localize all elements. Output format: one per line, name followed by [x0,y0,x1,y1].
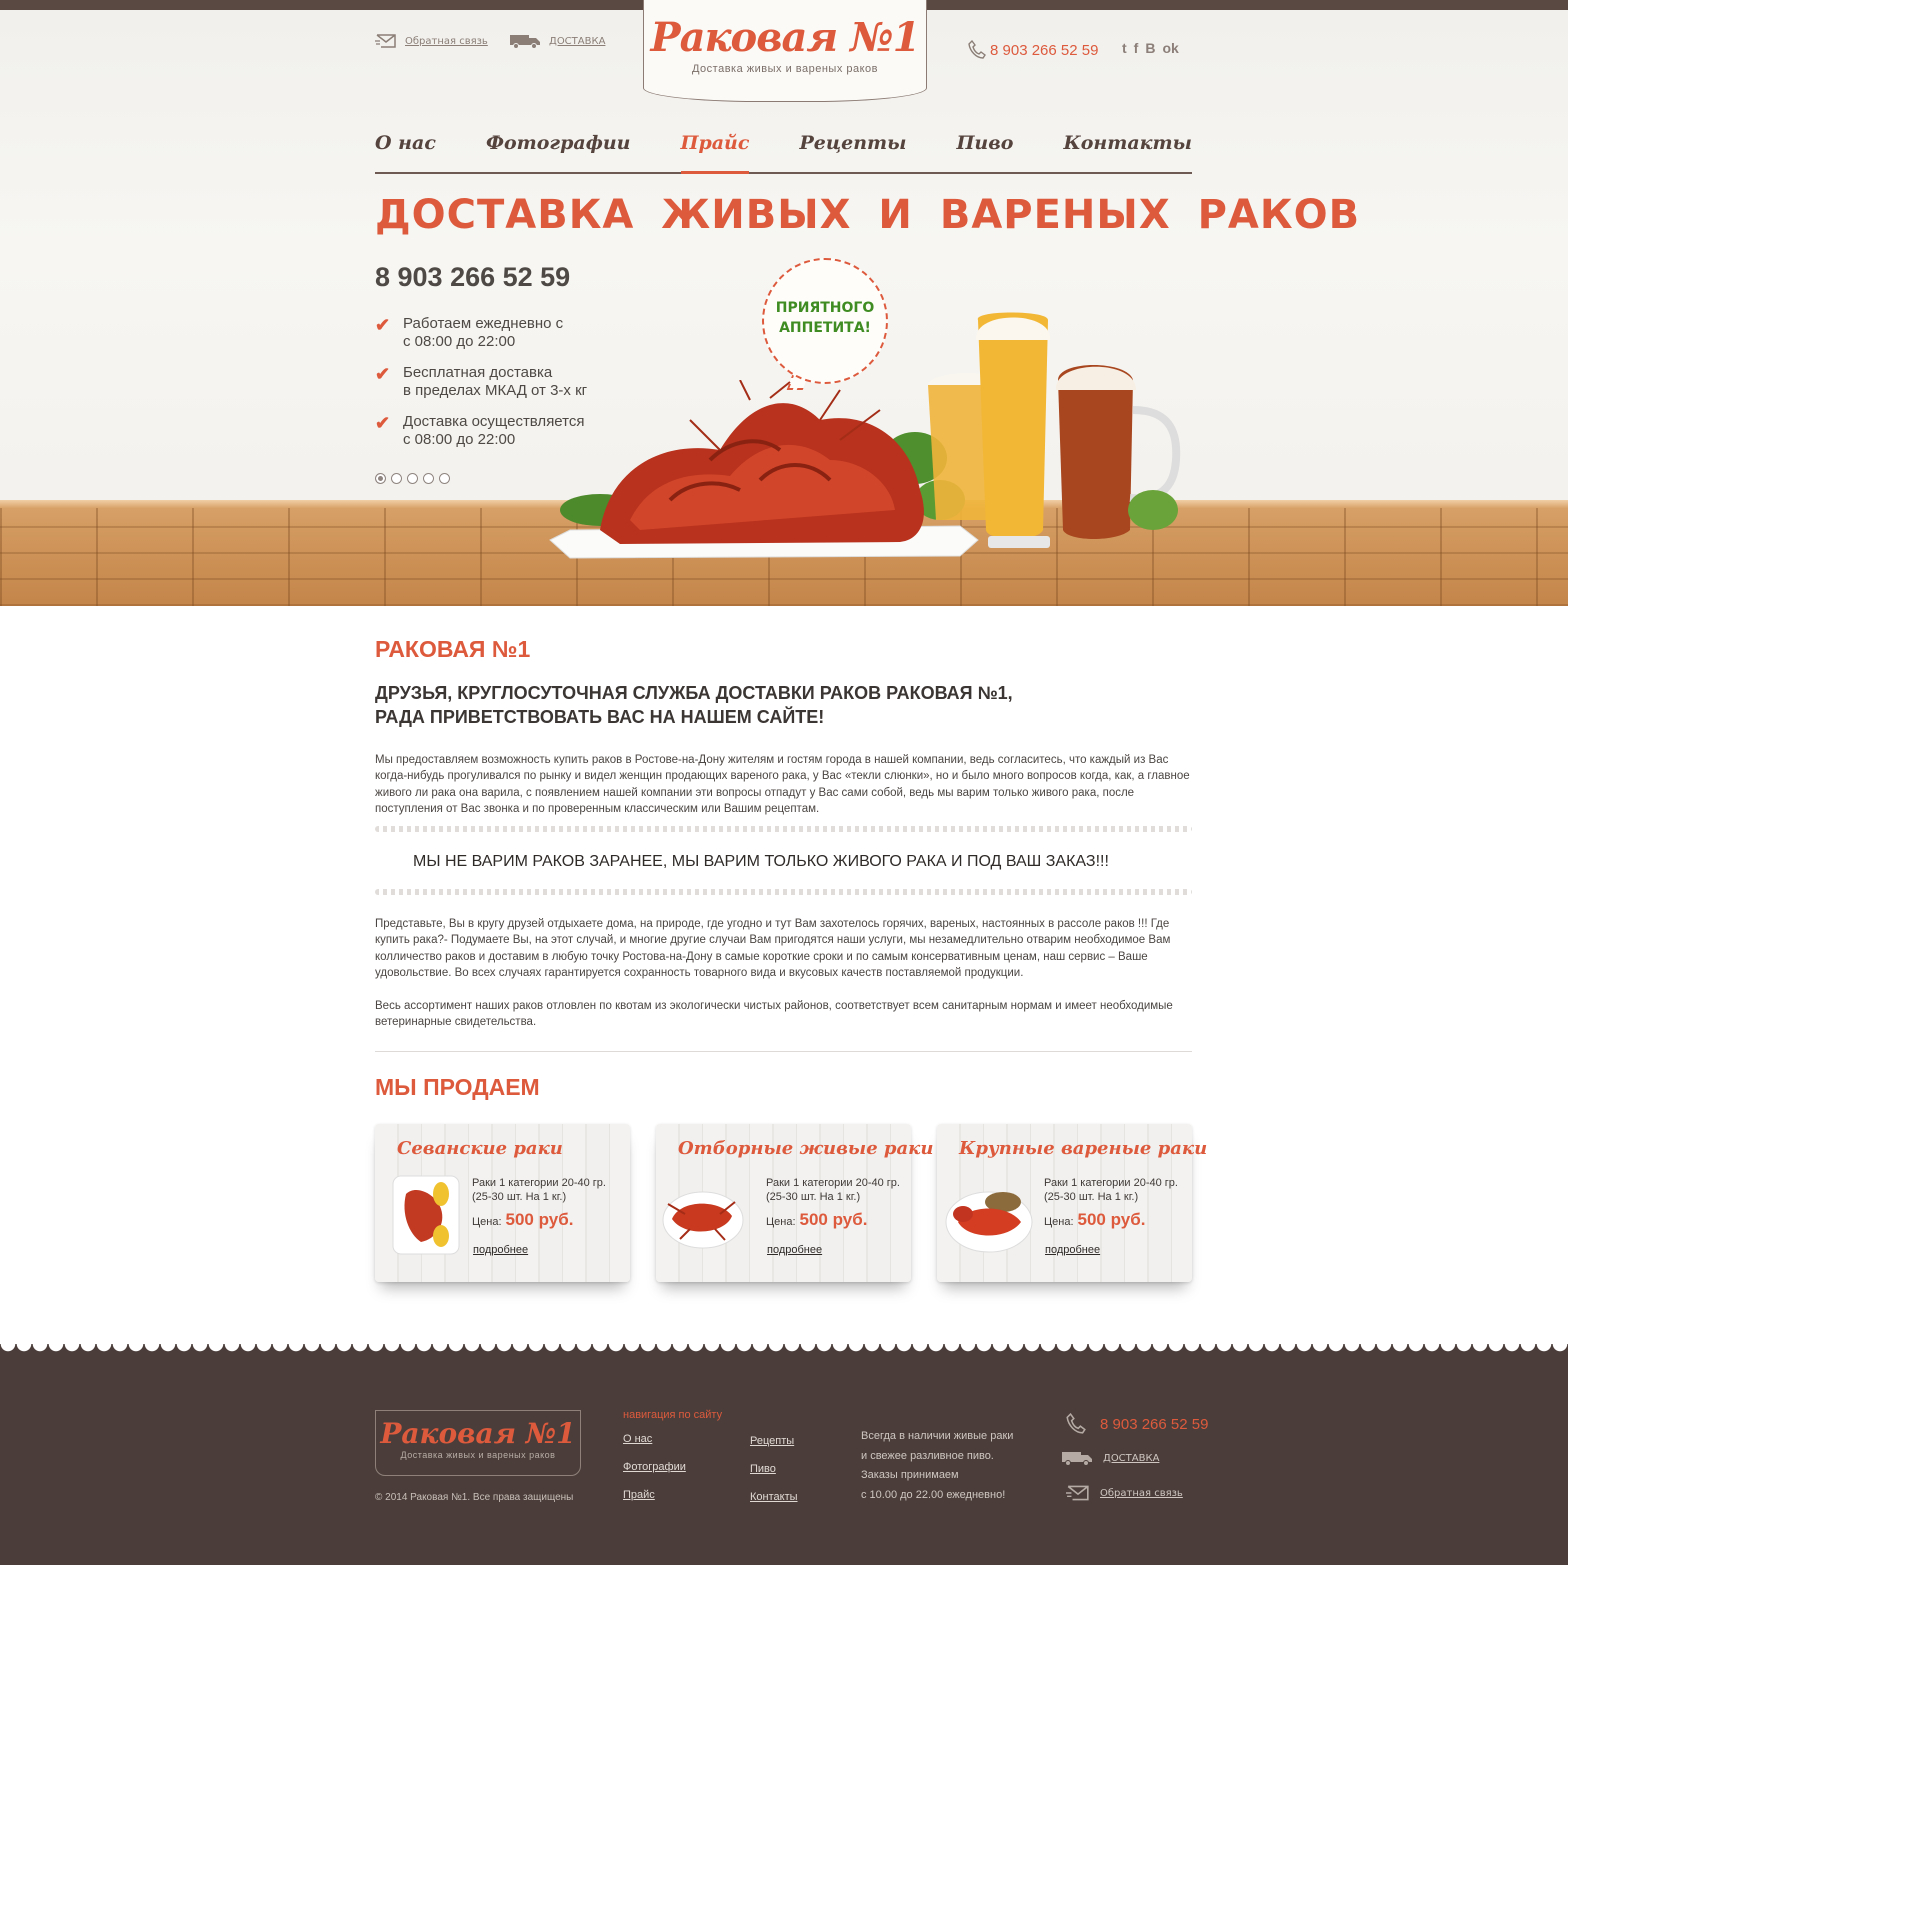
footer-nav-photos[interactable]: Фотографии [623,1461,686,1473]
product-card[interactable]: Севанские раки Раки 1 категории 20-40 гр… [375,1124,630,1282]
odnoklassniki-icon[interactable]: ok [1162,40,1178,56]
footer-nav-heading: навигация по сайту [623,1409,723,1421]
feedback-icon [1066,1485,1089,1501]
product-title: Севанские раки [397,1138,563,1159]
footer-logo-title: Раковая №1 [380,1417,576,1450]
price-label: Цена: [472,1216,502,1228]
footer-info: Всегда в наличии живые раки и свежее раз… [861,1430,1014,1501]
products-heading: МЫ ПРОДАЕМ [375,1074,540,1100]
footer-logo[interactable]: Раковая №1 Доставка живых и вареных рако… [375,1410,581,1476]
footer-phone[interactable]: 8 903 266 52 59 [1066,1413,1208,1435]
logo-subtitle: Доставка живых и вареных раков [691,63,879,75]
copyright: © 2014 Раковая №1. Все права защищены [375,1492,574,1503]
speech-bubble: ПРИЯТНОГО АППЕТИТА! [762,258,888,384]
hero-title: ДОСТАВКА ЖИВЫХ И ВАРЕНЫХ РАКОВ [375,192,1361,238]
about-paragraph: Представьте, Вы в кругу друзей отдыхаете… [375,918,1171,979]
footer-nav-about[interactable]: О нас [623,1433,652,1445]
product-more-link[interactable]: подробнее [473,1244,528,1256]
price-label: Цена: [1044,1216,1074,1228]
product-card[interactable]: Крупные вареные раки Раки 1 категории 20… [937,1124,1207,1282]
header-phone-number: 8 903 266 52 59 [990,41,1099,59]
slider-dot[interactable] [375,473,386,484]
product-card[interactable]: Отборные живые раки Раки 1 категории 20-… [656,1124,933,1282]
product-description: Раки 1 категории 20-40 гр. (25-30 шт. На… [472,1177,606,1203]
speech-bubble-text: ПРИЯТНОГО АППЕТИТА! [775,300,875,336]
price-label: Цена: [766,1216,796,1228]
phone-icon [1066,1413,1086,1434]
footer-phone-number: 8 903 266 52 59 [1100,1415,1209,1433]
hero-phone: 8 903 266 52 59 [375,262,571,292]
phone-icon [968,40,986,59]
slider-dot[interactable] [391,473,402,484]
nav-item-recipes[interactable]: Рецепты [799,126,906,172]
beer-glasses-image [928,312,1181,548]
product-more-link[interactable]: подробнее [767,1244,822,1256]
product-description: Раки 1 категории 20-40 гр. (25-30 шт. На… [1044,1177,1178,1203]
site-logo[interactable]: Раковая №1 Доставка живых и вареных рако… [643,0,927,102]
about-paragraph: Мы предоставляем возможность купить рако… [375,754,1190,815]
social-links: t f B ok [1122,40,1179,56]
checkmark-icon: ✔ [375,315,391,335]
product-more-link[interactable]: подробнее [1045,1244,1100,1256]
product-price: 500 руб. [1077,1210,1146,1229]
feedback-label: Обратная связь [405,35,488,47]
checkmark-icon: ✔ [375,413,391,433]
product-image [945,1191,1033,1253]
footer-feedback-label: Обратная связь [1100,1487,1183,1499]
about-heading: РАКОВАЯ №1 [375,636,531,662]
product-image [392,1175,460,1255]
delivery-label: ДОСТАВКА [549,35,606,47]
divider [375,1051,1192,1052]
footer-nav-recipes[interactable]: Рецепты [750,1435,794,1447]
product-price: 500 руб. [799,1210,868,1229]
main-nav: О нас Фотографии Прайс Рецепты Пиво Конт… [375,126,1192,174]
slogan: МЫ НЕ ВАРИМ РАКОВ ЗАРАНЕЕ, МЫ ВАРИМ ТОЛЬ… [413,853,1109,870]
slider-dot[interactable] [439,473,450,484]
header-phone[interactable]: 8 903 266 52 59 [968,40,1098,60]
divider [375,889,1192,895]
footer [0,1352,1568,1565]
facebook-icon[interactable]: f [1134,40,1139,56]
footer-feedback-link[interactable]: Обратная связь [1066,1484,1183,1502]
crayfish-plate-image [549,380,979,559]
feature-text: Работаем ежедневно с с 08:00 до 22:00 [403,315,564,350]
truck-icon [1062,1452,1092,1466]
about-paragraph: Весь ассортимент наших раков отловлен по… [375,1000,1173,1029]
divider [375,826,1192,832]
vk-icon[interactable]: B [1145,40,1155,56]
nav-item-about[interactable]: О нас [375,126,436,172]
checkmark-icon: ✔ [375,364,391,384]
footer-nav-price[interactable]: Прайс [623,1489,655,1501]
footer-delivery-label: ДОСТАВКА [1103,1452,1160,1464]
footer-nav-contacts[interactable]: Контакты [750,1491,798,1503]
product-price: 500 руб. [505,1210,574,1229]
nav-item-contacts[interactable]: Контакты [1063,126,1192,172]
product-price-row: Цена: 500 руб. [472,1210,573,1230]
footer-logo-subtitle: Доставка живых и вареных раков [400,1450,556,1460]
nav-item-price[interactable]: Прайс [680,126,749,174]
product-image [662,1191,744,1249]
logo-title: Раковая №1 [650,14,920,61]
truck-icon [510,35,540,49]
feedback-icon [375,34,396,48]
product-title: Крупные вареные раки [959,1138,1208,1159]
footer-scalloped-edge [0,1344,1568,1354]
slider-dots [375,473,450,484]
intro-heading: ДРУЗЬЯ, КРУГЛОСУТОЧНАЯ СЛУЖБА ДОСТАВКИ Р… [375,683,1013,727]
footer-nav-beer[interactable]: Пиво [750,1463,776,1475]
nav-item-photos[interactable]: Фотографии [486,126,631,172]
delivery-link[interactable]: ДОСТАВКА [509,33,605,49]
nav-item-beer[interactable]: Пиво [956,126,1013,172]
footer-delivery-link[interactable]: ДОСТАВКА [1061,1450,1159,1466]
slider-dot[interactable] [407,473,418,484]
slider-dot[interactable] [423,473,434,484]
twitter-icon[interactable]: t [1122,40,1127,56]
product-title: Отборные живые раки [678,1138,934,1159]
product-price-row: Цена: 500 руб. [1044,1210,1145,1230]
feedback-link[interactable]: Обратная связь [375,33,488,49]
feature-item: ✔ Работаем ежедневно с с 08:00 до 22:00 [375,315,587,351]
product-price-row: Цена: 500 руб. [766,1210,867,1230]
product-description: Раки 1 категории 20-40 гр. (25-30 шт. На… [766,1177,900,1203]
